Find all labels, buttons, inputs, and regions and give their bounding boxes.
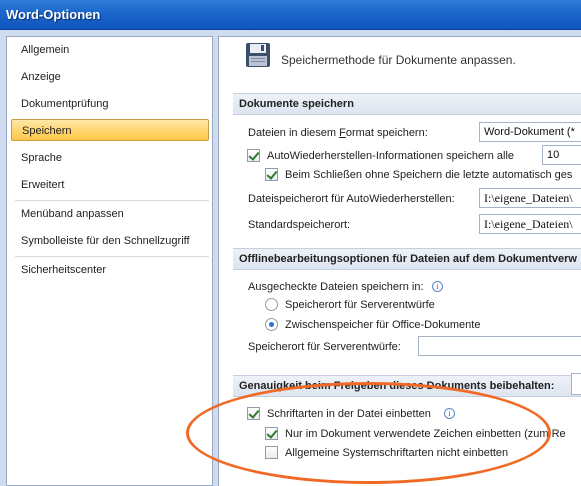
- autorecover-label: AutoWiederherstellen-Informationen speic…: [267, 150, 515, 162]
- sidebar-item-dokumentpruefung[interactable]: Dokumentprüfung: [11, 93, 209, 115]
- floppy-disk-icon: [246, 43, 270, 67]
- sidebar-item-label: Symbolleiste für den Schnellzugriff: [21, 235, 190, 247]
- section-header-save: Dokumente speichern: [233, 93, 581, 115]
- sidebar-item-schnellzugriff[interactable]: Symbolleiste für den Schnellzugriff: [11, 230, 209, 252]
- section-title: Dokumente speichern: [239, 98, 354, 110]
- section-title: Offlinebearbeitungsoptionen für Dateien …: [239, 253, 577, 265]
- title-bar: Word-Optionen: [0, 0, 581, 30]
- sidebar-item-sprache[interactable]: Sprache: [11, 147, 209, 169]
- sidebar-item-label: Dokumentprüfung: [21, 98, 109, 110]
- keep-last-version-checkbox[interactable]: [265, 168, 278, 181]
- sidebar-item-sicherheitscenter[interactable]: Sicherheitscenter: [11, 259, 209, 281]
- embed-used-chars-label: Nur im Dokument verwendete Zeichen einbe…: [285, 428, 566, 440]
- keep-last-version-label: Beim Schließen ohne Speichern die letzte…: [285, 169, 573, 181]
- options-content: Speichermethode für Dokumente anpassen. …: [218, 36, 581, 486]
- sidebar-item-label: Erweitert: [21, 179, 65, 191]
- no-common-fonts-label: Allgemeine Systemschriftarten nicht einb…: [285, 447, 509, 459]
- document-dropdown[interactable]: [571, 373, 581, 395]
- autorecover-location-input[interactable]: I:\eigene_Dateien\: [479, 188, 581, 208]
- info-icon: i: [432, 281, 443, 292]
- autorecover-minutes-input[interactable]: 10: [542, 145, 581, 165]
- embed-fonts-checkbox[interactable]: [247, 407, 260, 420]
- radio-office-cache[interactable]: [265, 318, 278, 331]
- save-format-dropdown[interactable]: Word-Dokument (*: [479, 122, 581, 142]
- sidebar-item-speichern[interactable]: Speichern: [11, 119, 209, 141]
- default-location-label: Standardspeicherort:: [248, 219, 351, 231]
- options-sidebar: Allgemein Anzeige Dokumentprüfung Speich…: [6, 36, 213, 486]
- embed-fonts-label: Schriftarten in der Datei einbetten: [267, 408, 431, 420]
- sidebar-item-menueband[interactable]: Menüband anpassen: [11, 203, 209, 225]
- section-header-fidelity: Genauigkeit beim Freigeben dieses Dokume…: [233, 375, 581, 397]
- sidebar-item-label: Sprache: [21, 152, 62, 164]
- radio-server-drafts[interactable]: [265, 298, 278, 311]
- sidebar-divider: [15, 200, 209, 201]
- page-heading: Speichermethode für Dokumente anpassen.: [281, 53, 516, 67]
- sidebar-item-label: Sicherheitscenter: [21, 264, 106, 276]
- sidebar-item-label: Menüband anpassen: [21, 208, 124, 220]
- format-label: Dateien in diesem Format speichern:: [248, 127, 428, 139]
- radio-server-drafts-label: Speicherort für Serverentwürfe: [285, 299, 435, 311]
- sidebar-item-allgemein[interactable]: Allgemein: [11, 39, 209, 61]
- sidebar-item-anzeige[interactable]: Anzeige: [11, 66, 209, 88]
- autorecover-location-label: Dateispeicherort für AutoWiederherstelle…: [248, 193, 455, 205]
- radio-office-cache-label: Zwischenspeicher für Office-Dokumente: [285, 319, 481, 331]
- sidebar-divider: [15, 256, 209, 257]
- autorecover-checkbox[interactable]: [247, 149, 260, 162]
- checked-out-label: Ausgecheckte Dateien speichern in:: [248, 281, 424, 293]
- server-drafts-location-input[interactable]: [418, 336, 581, 356]
- section-title: Genauigkeit beim Freigeben dieses Dokume…: [239, 380, 555, 392]
- default-location-input[interactable]: I:\eigene_Dateien\: [479, 214, 581, 234]
- info-icon: i: [444, 408, 455, 419]
- sidebar-item-label: Allgemein: [21, 44, 70, 56]
- sidebar-item-label: Anzeige: [21, 71, 61, 83]
- embed-used-chars-checkbox[interactable]: [265, 427, 278, 440]
- no-common-fonts-checkbox[interactable]: [265, 446, 278, 459]
- sidebar-item-erweitert[interactable]: Erweitert: [11, 174, 209, 196]
- section-header-offline: Offlinebearbeitungsoptionen für Dateien …: [233, 248, 581, 270]
- window-title: Word-Optionen: [6, 7, 101, 22]
- sidebar-item-label: Speichern: [22, 125, 72, 137]
- server-drafts-location-label: Speicherort für Serverentwürfe:: [248, 341, 401, 353]
